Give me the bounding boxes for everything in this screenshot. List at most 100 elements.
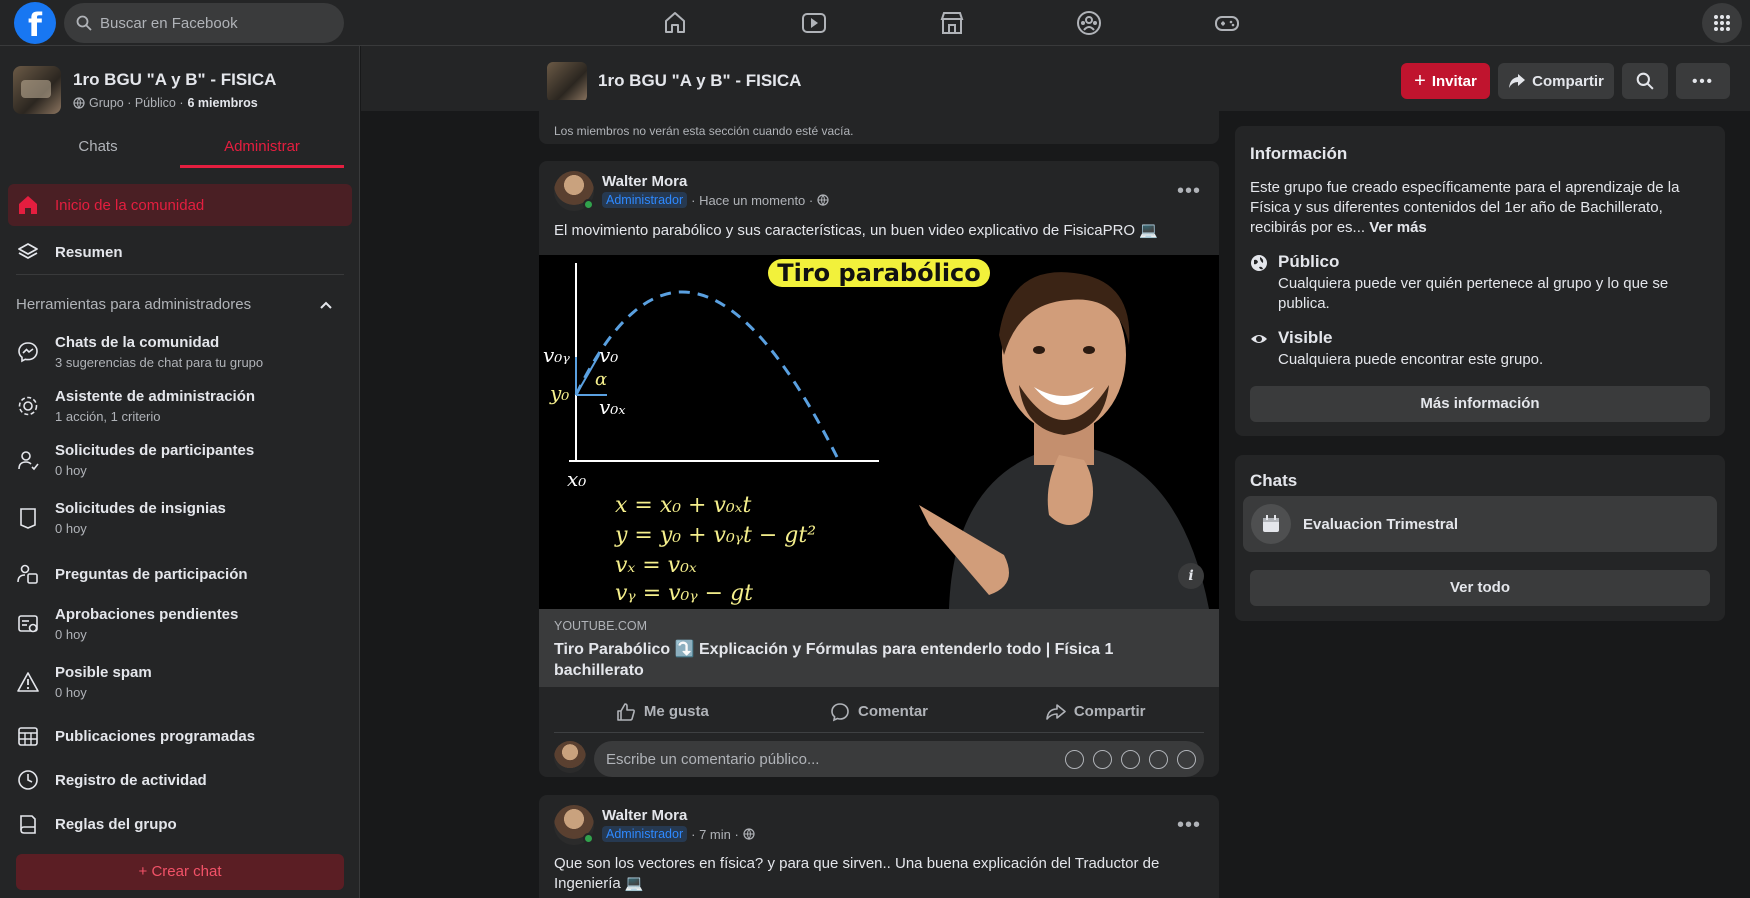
admin-tools-header[interactable]: Herramientas para administradores bbox=[16, 296, 344, 313]
sidebar-item-community-home[interactable]: Inicio de la comunidad bbox=[8, 184, 352, 226]
home-icon[interactable] bbox=[661, 9, 689, 37]
sidebar-item-pending-approvals[interactable]: Aprobaciones pendientes 0 hoy bbox=[8, 600, 352, 648]
chevron-up-icon[interactable] bbox=[318, 297, 334, 313]
equation-4: vᵧ = v₀ᵧ − gt bbox=[615, 581, 754, 606]
post-time[interactable]: · 7 min · bbox=[691, 827, 739, 842]
camera-icon[interactable] bbox=[1121, 750, 1140, 769]
chat-item[interactable]: Evaluacion Trimestral bbox=[1243, 496, 1717, 552]
admin-badge: Administrador bbox=[602, 826, 688, 842]
share-button[interactable]: Compartir bbox=[987, 691, 1204, 732]
visible-title: Visible bbox=[1278, 328, 1333, 347]
video-thumbnail[interactable]: v₀ᵧ v₀ α y₀ v₀ₓ x₀ Tiro parabólico x = x… bbox=[539, 255, 1219, 609]
share-group-button[interactable]: Compartir bbox=[1498, 63, 1614, 99]
equation-1: x = x₀ + v₀ₓt bbox=[615, 493, 752, 518]
post-author[interactable]: Walter Mora bbox=[602, 173, 687, 190]
post-options-icon[interactable]: ••• bbox=[1171, 807, 1207, 843]
admin-tools-title: Herramientas para administradores bbox=[16, 296, 252, 313]
comment-input[interactable] bbox=[606, 750, 1056, 768]
label-alpha: α bbox=[595, 369, 608, 390]
sidebar-item-summary[interactable]: Resumen bbox=[8, 230, 352, 274]
plus-icon: + bbox=[138, 863, 152, 880]
sidebar-item-label: Posible spam bbox=[55, 664, 152, 681]
sticker-icon[interactable] bbox=[1177, 750, 1196, 769]
avatar-sticker-icon[interactable] bbox=[1065, 750, 1084, 769]
search-input[interactable] bbox=[100, 14, 320, 32]
sidebar-item-community-chats[interactable]: Chats de la comunidad 3 sugerencias de ch… bbox=[8, 328, 352, 376]
groups-icon[interactable] bbox=[1075, 9, 1103, 37]
group-members[interactable]: 6 miembros bbox=[187, 96, 257, 110]
admin-sidebar: 1ro BGU "A y B" - FISICA Grupo · Público… bbox=[0, 46, 360, 898]
see-all-chats-button[interactable]: Ver todo bbox=[1250, 570, 1710, 606]
group-name: 1ro BGU "A y B" - FISICA bbox=[73, 70, 277, 89]
gaming-icon[interactable] bbox=[1213, 9, 1241, 37]
search-bar[interactable] bbox=[64, 3, 344, 43]
globe-icon bbox=[743, 828, 755, 840]
badge-icon bbox=[20, 508, 36, 529]
plus-icon: + bbox=[1414, 69, 1426, 92]
chats-title: Chats bbox=[1250, 471, 1298, 490]
about-card: Información Este grupo fue creado especí… bbox=[1235, 126, 1725, 436]
link-preview[interactable]: YOUTUBE.COM Tiro Parabólico ⤵️ Explicaci… bbox=[539, 609, 1219, 687]
search-icon bbox=[76, 15, 92, 31]
sidebar-item-label: Reglas del grupo bbox=[55, 815, 177, 833]
eye-icon bbox=[1251, 335, 1267, 343]
tab-chats[interactable]: Chats bbox=[16, 126, 180, 168]
create-chat-button[interactable]: + Crear chat bbox=[16, 854, 344, 890]
info-icon[interactable]: i bbox=[1178, 563, 1204, 589]
like-button[interactable]: Me gusta bbox=[554, 691, 771, 732]
home-icon bbox=[19, 196, 37, 214]
search-group-button[interactable] bbox=[1622, 63, 1668, 99]
invite-button[interactable]: + Invitar bbox=[1401, 63, 1490, 99]
facebook-logo[interactable]: f bbox=[14, 2, 56, 44]
sidebar-item-sub: 0 hoy bbox=[55, 685, 87, 700]
like-label: Me gusta bbox=[643, 703, 709, 720]
sidebar-item-label: Inicio de la comunidad bbox=[55, 196, 205, 214]
sidebar-item-label: Publicaciones programadas bbox=[55, 727, 256, 745]
layers-icon bbox=[18, 243, 38, 259]
post-author[interactable]: Walter Mora bbox=[602, 807, 687, 824]
sidebar-item-admin-assist[interactable]: Asistente de administración 1 acción, 1 c… bbox=[8, 382, 352, 430]
clock-icon bbox=[18, 770, 38, 790]
sidebar-item-member-requests[interactable]: Solicitudes de participantes 0 hoy bbox=[8, 436, 352, 484]
menu-grid-icon[interactable] bbox=[1702, 3, 1742, 43]
label-v0y: v₀ᵧ bbox=[543, 343, 570, 367]
sidebar-item-sub: 0 hoy bbox=[55, 627, 87, 642]
visible-description: Cualquiera puede encontrar este grupo. bbox=[1278, 351, 1544, 368]
sidebar-item-participation-questions[interactable]: Preguntas de participación bbox=[8, 554, 352, 594]
sidebar-item-possible-spam[interactable]: Posible spam 0 hoy bbox=[8, 658, 352, 706]
sidebar-item-badge-requests[interactable]: Solicitudes de insignias 0 hoy bbox=[8, 494, 352, 542]
comment-box[interactable] bbox=[594, 741, 1204, 777]
sidebar-item-label: Aprobaciones pendientes bbox=[55, 606, 239, 623]
post-card: Walter Mora Administrador · 7 min · ••• … bbox=[539, 795, 1219, 898]
more-info-button[interactable]: Más información bbox=[1250, 386, 1710, 422]
comment-label: Comentar bbox=[858, 703, 929, 720]
post-time[interactable]: · Hace un momento · bbox=[691, 193, 813, 208]
post-card: Walter Mora Administrador · Hace un mome… bbox=[539, 161, 1219, 777]
label-v0x: v₀ₓ bbox=[599, 395, 626, 419]
sidebar-item-scheduled-posts[interactable]: Publicaciones programadas bbox=[8, 716, 352, 756]
current-user-avatar[interactable] bbox=[554, 741, 586, 773]
chat-name: Evaluacion Trimestral bbox=[1303, 515, 1459, 533]
see-more-link[interactable]: Ver más bbox=[1369, 219, 1427, 236]
emoji-icon[interactable] bbox=[1093, 750, 1112, 769]
public-description: Cualquiera puede ver quién pertenece al … bbox=[1278, 275, 1669, 312]
sidebar-item-label: Asistente de administración bbox=[55, 388, 256, 405]
post-options-icon[interactable]: ••• bbox=[1171, 173, 1207, 209]
sidebar-item-label: Resumen bbox=[55, 243, 123, 261]
about-title: Información bbox=[1250, 144, 1348, 163]
visibility-row: Visible Cualquiera puede encontrar este … bbox=[1250, 328, 1710, 370]
link-title: Tiro Parabólico ⤵️ Explicación y Fórmula… bbox=[554, 641, 1114, 679]
sidebar-item-group-rules[interactable]: Reglas del grupo bbox=[8, 804, 352, 844]
video-icon[interactable] bbox=[800, 9, 828, 37]
share-label: Compartir bbox=[1073, 703, 1146, 720]
marketplace-icon[interactable] bbox=[938, 9, 966, 37]
group-header[interactable]: 1ro BGU "A y B" - FISICA Grupo · Público… bbox=[13, 66, 276, 114]
more-options-button[interactable]: ••• bbox=[1676, 63, 1730, 99]
sidebar-item-activity-log[interactable]: Registro de actividad bbox=[8, 760, 352, 800]
post-meta: Administrador · 7 min · bbox=[602, 826, 755, 842]
group-name[interactable]: 1ro BGU "A y B" - FISICA bbox=[598, 71, 801, 91]
gif-icon[interactable] bbox=[1149, 750, 1168, 769]
comment-button[interactable]: Comentar bbox=[771, 691, 988, 732]
tab-administrar[interactable]: Administrar bbox=[180, 126, 344, 168]
post-text: Que son los vectores en física? y para q… bbox=[554, 855, 1160, 892]
